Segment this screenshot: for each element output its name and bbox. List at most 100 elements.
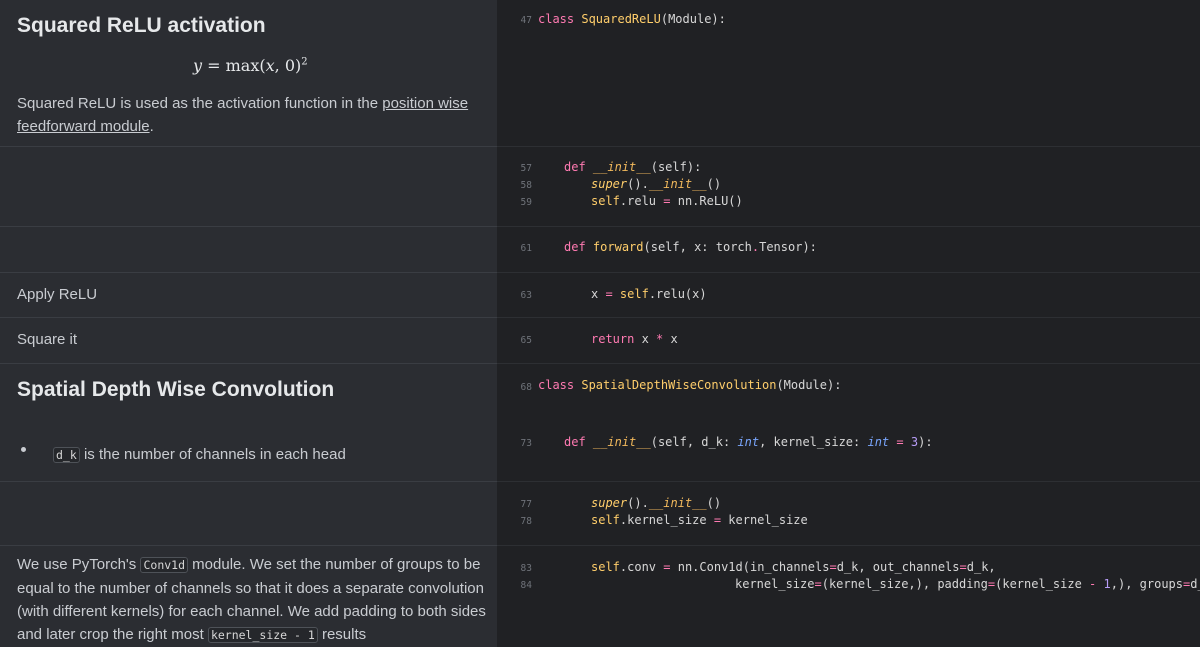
- code-block: 77 super().__init__() 78 self.kernel_siz…: [497, 482, 1200, 546]
- operator: =: [829, 560, 837, 574]
- code-line: super().__init__(): [591, 496, 721, 510]
- code-text: (self, x: torch: [643, 240, 752, 254]
- code-text: , kernel_size:: [759, 435, 868, 449]
- operator: =: [889, 435, 911, 449]
- paragraph-text: (with different kernels) for each channe…: [17, 603, 486, 620]
- doc-row-forward: 61 def forward(self, x: torch.Tensor):: [0, 227, 1200, 273]
- doc-section: d_k is the number of channels in each he…: [0, 420, 497, 482]
- builtin-type: int: [867, 435, 890, 449]
- math-op: = max(: [202, 56, 266, 75]
- doc-section: Spatial Depth Wise Convolution: [0, 364, 497, 420]
- code-text: x: [634, 332, 657, 346]
- inline-code: d_k: [53, 447, 80, 463]
- class-name: SpatialDepthWiseConvolution: [581, 378, 777, 392]
- doc-row-square-it: Square it 65 return x * x: [0, 318, 1200, 364]
- code-text: x: [591, 287, 606, 301]
- self-kw: self: [591, 560, 620, 574]
- code-line: def __init__(self, d_k: int, kernel_size…: [564, 435, 933, 449]
- code-line: self.kernel_size = kernel_size: [591, 513, 808, 527]
- line-number: 58: [520, 180, 532, 191]
- section-paragraph: Square it: [17, 331, 78, 348]
- code-text: ().: [627, 177, 649, 191]
- line-number: 68: [520, 382, 532, 393]
- paragraph-text: is the number of channels in each head: [79, 446, 346, 463]
- feedforward-module-link[interactable]: feedforward module: [17, 118, 150, 135]
- builtin-super: super: [591, 177, 628, 191]
- code-text: .relu(x): [648, 287, 707, 301]
- doc-section: [0, 147, 497, 227]
- number: 3: [910, 435, 919, 449]
- doc-row-apply-relu: Apply ReLU 63 x = self.relu(x): [0, 273, 1200, 318]
- bullet-text: d_k is the number of channels in each he…: [53, 443, 346, 467]
- code-block: 65 return x * x: [497, 318, 1200, 364]
- code-block: 47 class SquaredReLU(Module):: [497, 0, 1200, 147]
- doc-row-squared-relu: Squared ReLU activation y = max(x, 0)2 S…: [0, 0, 1200, 147]
- math-formula: y = max(x, 0)2: [193, 56, 308, 75]
- code-line: class SpatialDepthWiseConvolution(Module…: [538, 378, 841, 392]
- paragraph-text: module. We set the number of groups to b…: [188, 556, 481, 573]
- position-wise-link[interactable]: position wise: [382, 95, 468, 112]
- math-var-x: x: [265, 56, 275, 75]
- number: 1: [1103, 577, 1111, 591]
- section-heading: Squared ReLU activation: [17, 14, 266, 37]
- builtin-super: super: [591, 496, 628, 510]
- magic-method: __init__: [592, 160, 651, 174]
- code-block: 68 class SpatialDepthWiseConvolution(Mod…: [497, 364, 1200, 420]
- operator: =: [814, 577, 822, 591]
- code-text: .conv: [619, 560, 664, 574]
- code-text: ):: [918, 435, 933, 449]
- inline-code: kernel_size - 1: [207, 627, 318, 643]
- self-kw: self: [591, 513, 620, 527]
- code-block: 83 self.conv = nn.Conv1d(in_channels=d_k…: [497, 546, 1200, 647]
- code-line: class SquaredReLU(Module):: [538, 12, 726, 26]
- self-kw: self: [591, 194, 620, 208]
- magic-method: __init__: [592, 435, 651, 449]
- code-text: kernel_size: [721, 513, 808, 527]
- operator: =: [663, 560, 671, 574]
- class-name: SquaredReLU: [581, 12, 661, 26]
- math-var-y: y: [193, 56, 203, 75]
- line-number: 57: [520, 163, 532, 174]
- self-kw: self: [612, 287, 649, 301]
- code-text: (self):: [650, 160, 702, 174]
- line-number: 84: [520, 580, 532, 591]
- section-paragraph: Apply ReLU: [17, 286, 98, 303]
- operator: =: [605, 287, 613, 301]
- code-text: d_k, out_channels: [836, 560, 960, 574]
- doc-section: Square it: [0, 318, 497, 364]
- section-heading: Spatial Depth Wise Convolution: [17, 378, 335, 401]
- code-line: self.conv = nn.Conv1d(in_channels=d_k, o…: [591, 560, 996, 574]
- code-line: self.relu = nn.ReLU(): [591, 194, 743, 208]
- code-text: (): [706, 496, 722, 510]
- code-line: def forward(self, x: torch.Tensor):: [564, 240, 817, 254]
- kw: def: [564, 240, 586, 254]
- line-number: 61: [520, 243, 532, 254]
- code-text: ().: [627, 496, 649, 510]
- doc-row-conv1d: We use PyTorch's Conv1d module. We set t…: [0, 546, 1200, 647]
- doc-section: [0, 227, 497, 273]
- doc-row-init: 57 def __init__(self): 58 super().__init…: [0, 147, 1200, 227]
- kw: class: [538, 12, 575, 26]
- kw: class: [538, 378, 575, 392]
- inline-code: Conv1d: [140, 557, 189, 573]
- code-text: .kernel_size: [619, 513, 714, 527]
- code-text: ,), groups: [1110, 577, 1183, 591]
- code-text: kernel_size: [735, 577, 815, 591]
- paragraph-text: and later crop the right most: [17, 626, 208, 643]
- bullet-dot: [21, 447, 26, 452]
- code-text: (kernel_size,), padding: [821, 577, 988, 591]
- code-block: 63 x = self.relu(x): [497, 273, 1200, 318]
- code-line: super().__init__(): [591, 177, 721, 191]
- code-text: d_k): [1190, 577, 1200, 591]
- kw: return: [591, 332, 635, 346]
- paragraph-text: equal to the number of channels so that …: [17, 580, 484, 597]
- operator: =: [713, 513, 722, 527]
- code-text: (Module):: [776, 378, 842, 392]
- code-line: x = self.relu(x): [591, 287, 707, 301]
- code-block: 61 def forward(self, x: torch.Tensor):: [497, 227, 1200, 273]
- code-text: d_k,: [966, 560, 996, 574]
- doc-section: [0, 482, 497, 546]
- line-number: 47: [520, 15, 532, 26]
- function-name: forward: [592, 240, 644, 254]
